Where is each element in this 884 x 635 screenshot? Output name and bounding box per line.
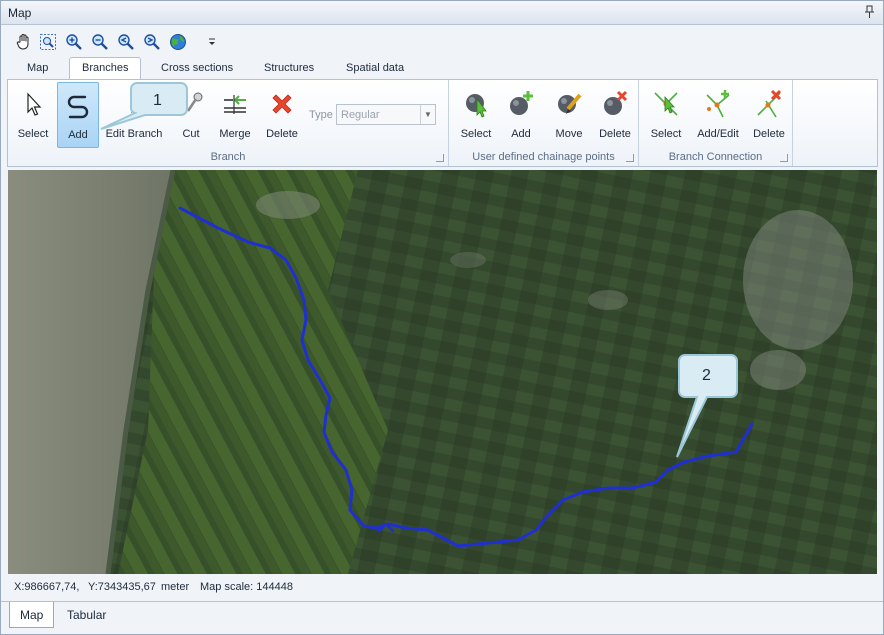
branch-select-label: Select — [17, 128, 49, 140]
type-select[interactable]: Regular ▼ — [336, 104, 436, 125]
tab-map-view[interactable]: Map — [9, 602, 55, 628]
title-bar: Map — [1, 1, 883, 25]
connection-group-label: Branch Connection — [668, 151, 763, 163]
globe-icon[interactable] — [168, 32, 188, 52]
chainage-group-label: User defined chainage points — [472, 151, 615, 163]
window-title: Map — [8, 6, 32, 20]
add-branch-icon — [62, 89, 94, 121]
chainage-select-label: Select — [460, 128, 492, 140]
merge-icon — [219, 88, 251, 120]
map-window: Map Map Branches Cross sections Structur… — [0, 0, 884, 635]
connection-add-edit-icon — [702, 88, 734, 120]
zoom-in-icon[interactable] — [64, 32, 84, 52]
connection-group-launcher-icon[interactable] — [780, 154, 788, 162]
y-coordinate: Y:7343435,67 — [88, 581, 156, 593]
branch-group-label: Branch — [210, 151, 246, 163]
status-bar: X:986667,74, Y:7343435,67 meter Map scal… — [8, 576, 877, 598]
chainage-add-icon — [505, 88, 537, 120]
tab-spatial-data[interactable]: Spatial data — [334, 58, 416, 79]
delete-x-icon — [266, 88, 298, 120]
zoom-box-icon[interactable] — [38, 32, 58, 52]
view-tabs: Map Tabular — [1, 601, 883, 634]
zoom-previous-icon[interactable] — [116, 32, 136, 52]
connection-delete-icon — [753, 88, 785, 120]
branch-add-label: Add — [68, 129, 88, 141]
type-label: Type — [309, 109, 333, 121]
branch-delete-label: Delete — [266, 128, 298, 140]
tab-cross-sections[interactable]: Cross sections — [149, 58, 245, 79]
connection-delete-button[interactable]: Delete — [749, 82, 789, 148]
chainage-move-icon — [553, 88, 585, 120]
x-coordinate: X:986667,74, — [14, 581, 80, 593]
chainage-select-button[interactable]: Select — [457, 82, 495, 148]
zoom-out-icon[interactable] — [90, 32, 110, 52]
tab-map[interactable]: Map — [15, 58, 60, 79]
branch-merge-button[interactable]: Merge — [214, 82, 256, 148]
branch-select-button[interactable]: Select — [14, 82, 52, 148]
callout-2-number: 2 — [702, 367, 711, 384]
chainage-delete-button[interactable]: Delete — [595, 82, 635, 148]
pin-icon[interactable] — [865, 5, 875, 19]
chainage-delete-icon — [599, 88, 631, 120]
branch-merge-label: Merge — [219, 128, 251, 140]
connection-delete-label: Delete — [753, 128, 785, 140]
branch-group-launcher-icon[interactable] — [436, 154, 444, 162]
tab-branches[interactable]: Branches — [69, 57, 142, 80]
pan-icon[interactable] — [14, 32, 34, 52]
zoom-next-icon[interactable] — [142, 32, 162, 52]
chainage-delete-label: Delete — [599, 128, 631, 140]
callout-1-number: 1 — [153, 92, 162, 109]
connection-select-button[interactable]: Select — [647, 82, 685, 148]
callout-2: 2 — [673, 353, 743, 463]
tab-tabular-view[interactable]: Tabular — [57, 602, 116, 628]
map-canvas[interactable] — [8, 170, 877, 574]
connection-select-icon — [650, 88, 682, 120]
ribbon-tabs: Map Branches Cross sections Structures S… — [1, 57, 883, 80]
chainage-move-button[interactable]: Move — [550, 82, 588, 148]
chainage-move-label: Move — [555, 128, 583, 140]
chevron-down-icon[interactable]: ▼ — [420, 105, 435, 124]
branch-delete-button[interactable]: Delete — [261, 82, 303, 148]
connection-select-label: Select — [650, 128, 682, 140]
chainage-add-label: Add — [511, 128, 531, 140]
type-select-value: Regular — [341, 109, 380, 121]
chainage-group-launcher-icon[interactable] — [626, 154, 634, 162]
connection-add-edit-label: Add/Edit — [697, 128, 739, 140]
map-scale: Map scale: 144448 — [200, 581, 293, 593]
map-toolbar — [1, 26, 883, 56]
coordinate-unit: meter — [161, 581, 190, 593]
chainage-group: Select Add Move Delete User defined chai… — [449, 80, 639, 166]
callout-1: 1 — [97, 79, 192, 135]
chainage-select-icon — [460, 88, 492, 120]
branch-group: Select Add Edit Branch Cut Merge Delete … — [8, 80, 449, 166]
chainage-add-button[interactable]: Add — [505, 82, 537, 148]
branch-add-button[interactable]: Add — [57, 82, 99, 148]
connection-add-edit-button[interactable]: Add/Edit — [694, 82, 742, 148]
satellite-map-image — [8, 170, 877, 574]
connection-group: Select Add/Edit Delete Branch Connection — [639, 80, 793, 166]
tab-structures[interactable]: Structures — [252, 58, 326, 79]
pointer-icon — [17, 88, 49, 120]
dropdown-arrow-icon[interactable] — [202, 32, 222, 52]
